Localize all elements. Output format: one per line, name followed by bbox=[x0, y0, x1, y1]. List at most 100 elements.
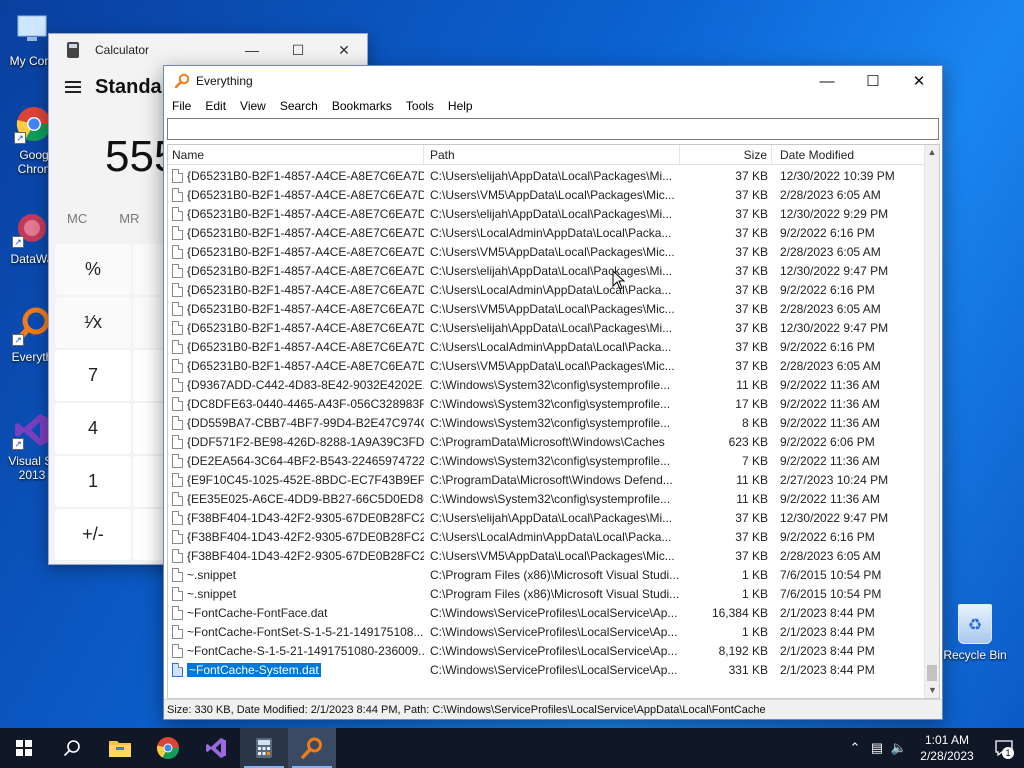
recycle-bin-icon bbox=[958, 604, 992, 644]
hamburger-menu-icon[interactable] bbox=[65, 81, 81, 93]
digit-4-key[interactable]: 4 bbox=[55, 403, 131, 454]
cell-date-modified: 9/2/2022 11:36 AM bbox=[780, 396, 880, 411]
search-input[interactable] bbox=[167, 118, 939, 140]
cell-date-modified: 2/1/2023 8:44 PM bbox=[780, 643, 875, 658]
table-row[interactable]: {D65231B0-B2F1-4857-A4CE-A8E7C6EA7D... C:… bbox=[168, 299, 926, 318]
table-row[interactable]: ~FontCache-FontFace.dat C:\Windows\Servic… bbox=[168, 603, 926, 622]
table-row[interactable]: {D65231B0-B2F1-4857-A4CE-A8E7C6EA7D... C:… bbox=[168, 280, 926, 299]
table-row[interactable]: {DC8DFE63-0440-4465-A43F-056C328983F... C… bbox=[168, 394, 926, 413]
table-row[interactable]: {F38BF404-1D43-42F2-9305-67DE0B28FC2... C… bbox=[168, 508, 926, 527]
file-name: {D65231B0-B2F1-4857-A4CE-A8E7C6EA7D... bbox=[187, 244, 424, 259]
menu-edit[interactable]: Edit bbox=[205, 99, 226, 113]
table-row[interactable]: {D65231B0-B2F1-4857-A4CE-A8E7C6EA7D... C:… bbox=[168, 242, 926, 261]
table-row[interactable]: {DD559BA7-CBB7-4BF7-99D4-B2E47C974C... C:… bbox=[168, 413, 926, 432]
file-icon bbox=[172, 643, 183, 658]
maximize-button[interactable]: ☐ bbox=[850, 66, 896, 96]
memory-clear-button[interactable]: MC bbox=[67, 211, 87, 226]
table-row[interactable]: {DE2EA564-3C64-4BF2-B543-22465974722... C… bbox=[168, 451, 926, 470]
taskbar-visual-studio[interactable] bbox=[192, 728, 240, 768]
taskbar-file-explorer[interactable] bbox=[96, 728, 144, 768]
taskbar-chrome[interactable] bbox=[144, 728, 192, 768]
scroll-down-arrow-icon[interactable]: ▼ bbox=[925, 683, 939, 698]
cell-name: {DDF571F2-BE98-426D-8288-1A9A39C3FD... bbox=[168, 434, 424, 449]
percent-key[interactable]: % bbox=[55, 244, 131, 295]
column-header-date-modified[interactable]: Date Modified bbox=[772, 145, 924, 165]
maximize-button[interactable]: ☐ bbox=[275, 42, 321, 59]
minimize-button[interactable]: — bbox=[229, 42, 275, 58]
digit-7-key[interactable]: 7 bbox=[55, 350, 131, 401]
table-row[interactable]: {DDF571F2-BE98-426D-8288-1A9A39C3FD... C:… bbox=[168, 432, 926, 451]
taskbar-calculator[interactable] bbox=[240, 728, 288, 768]
file-name: ~.snippet bbox=[187, 586, 237, 601]
scrollbar-thumb[interactable] bbox=[927, 665, 937, 681]
cell-size: 37 KB bbox=[735, 510, 768, 525]
table-row[interactable]: {F38BF404-1D43-42F2-9305-67DE0B28FC2... C… bbox=[168, 546, 926, 565]
menu-bookmarks[interactable]: Bookmarks bbox=[332, 99, 392, 113]
negate-key[interactable]: +/- bbox=[55, 509, 131, 560]
table-row[interactable]: ~.snippet C:\Program Files (x86)\Microsof… bbox=[168, 565, 926, 584]
chevron-up-icon[interactable]: ⌃ bbox=[844, 740, 866, 756]
cell-date-modified: 12/30/2022 9:29 PM bbox=[780, 206, 889, 221]
network-icon[interactable]: ▤ bbox=[866, 740, 888, 756]
column-header-size[interactable]: Size bbox=[680, 145, 772, 165]
visual-studio-icon bbox=[206, 738, 226, 758]
file-icon bbox=[172, 491, 183, 506]
table-row[interactable]: {F38BF404-1D43-42F2-9305-67DE0B28FC2... C… bbox=[168, 527, 926, 546]
close-button[interactable]: ✕ bbox=[896, 66, 942, 96]
table-row[interactable]: ~FontCache-FontSet-S-1-5-21-149175108...… bbox=[168, 622, 926, 641]
volume-icon[interactable]: 🔈 bbox=[888, 740, 910, 756]
table-row[interactable]: {D65231B0-B2F1-4857-A4CE-A8E7C6EA7D... C:… bbox=[168, 261, 926, 280]
column-header-name[interactable]: Name bbox=[168, 145, 424, 165]
menu-bar: File Edit View Search Bookmarks Tools He… bbox=[164, 96, 942, 116]
computer-icon bbox=[12, 10, 52, 50]
cell-date-modified: 2/28/2023 6:05 AM bbox=[780, 358, 881, 373]
vertical-scrollbar[interactable]: ▲ ▼ bbox=[924, 145, 939, 698]
cell-size: 7 KB bbox=[741, 453, 768, 468]
calculator-titlebar[interactable]: Calculator — ☐ ✕ bbox=[49, 34, 367, 66]
everything-window[interactable]: Everything — ☐ ✕ File Edit View Search B… bbox=[163, 65, 943, 720]
table-row[interactable]: {D65231B0-B2F1-4857-A4CE-A8E7C6EA7D... C:… bbox=[168, 318, 926, 337]
table-row[interactable]: {D65231B0-B2F1-4857-A4CE-A8E7C6EA7D... C:… bbox=[168, 185, 926, 204]
table-row[interactable]: {D65231B0-B2F1-4857-A4CE-A8E7C6EA7D... C:… bbox=[168, 337, 926, 356]
menu-file[interactable]: File bbox=[172, 99, 191, 113]
menu-tools[interactable]: Tools bbox=[406, 99, 434, 113]
scroll-up-arrow-icon[interactable]: ▲ bbox=[925, 145, 939, 160]
desktop-icon-recycle-bin[interactable]: Recycle Bin bbox=[942, 604, 1008, 662]
close-button[interactable]: ✕ bbox=[321, 42, 367, 59]
table-row[interactable]: ~FontCache-System.dat C:\Windows\ServiceP… bbox=[168, 660, 926, 679]
clock[interactable]: 1:01 AM 2/28/2023 bbox=[910, 732, 984, 764]
table-row[interactable]: {D65231B0-B2F1-4857-A4CE-A8E7C6EA7D... C:… bbox=[168, 356, 926, 375]
memory-recall-button[interactable]: MR bbox=[119, 211, 139, 226]
column-header-path[interactable]: Path bbox=[424, 145, 680, 165]
everything-app-icon bbox=[174, 73, 190, 89]
results-list[interactable]: Name Path Size Date Modified {D65231B0-B… bbox=[167, 144, 940, 699]
table-row[interactable]: {D65231B0-B2F1-4857-A4CE-A8E7C6EA7D... C:… bbox=[168, 204, 926, 223]
table-row[interactable]: ~.snippet C:\Program Files (x86)\Microsof… bbox=[168, 584, 926, 603]
menu-view[interactable]: View bbox=[240, 99, 266, 113]
cell-name: ~.snippet bbox=[168, 586, 424, 601]
table-row[interactable]: {D9367ADD-C442-4D83-8E42-9032E4202E... C:… bbox=[168, 375, 926, 394]
table-row[interactable]: {D65231B0-B2F1-4857-A4CE-A8E7C6EA7D... C:… bbox=[168, 223, 926, 242]
digit-1-key[interactable]: 1 bbox=[55, 456, 131, 507]
start-button[interactable] bbox=[0, 728, 48, 768]
file-icon bbox=[172, 282, 183, 297]
table-row[interactable]: {EE35E025-A6CE-4DD9-BB27-66C5D0ED86... C:… bbox=[168, 489, 926, 508]
cell-path: C:\Windows\ServiceProfiles\LocalService\… bbox=[430, 643, 678, 658]
file-icon bbox=[172, 358, 183, 373]
menu-help[interactable]: Help bbox=[448, 99, 473, 113]
cell-date-modified: 9/2/2022 11:36 AM bbox=[780, 491, 880, 506]
table-row[interactable]: ~FontCache-S-1-5-21-1491751080-236009...… bbox=[168, 641, 926, 660]
menu-search[interactable]: Search bbox=[280, 99, 318, 113]
minimize-button[interactable]: — bbox=[804, 66, 850, 96]
notification-center-button[interactable]: 1 bbox=[984, 728, 1024, 768]
everything-titlebar[interactable]: Everything — ☐ ✕ bbox=[164, 66, 942, 96]
taskbar-search-button[interactable] bbox=[48, 728, 96, 768]
table-row[interactable]: {D65231B0-B2F1-4857-A4CE-A8E7C6EA7D... C:… bbox=[168, 166, 926, 185]
cell-size: 37 KB bbox=[735, 320, 768, 335]
reciprocal-key[interactable]: ¹⁄x bbox=[55, 297, 131, 348]
file-icon bbox=[172, 187, 183, 202]
cell-path: C:\Program Files (x86)\Microsoft Visual … bbox=[430, 567, 680, 582]
taskbar-everything[interactable] bbox=[288, 728, 336, 768]
table-row[interactable]: {E9F10C45-1025-452E-8BDC-EC7F43B9EF30} C:… bbox=[168, 470, 926, 489]
cell-name: {F38BF404-1D43-42F2-9305-67DE0B28FC2... bbox=[168, 510, 424, 525]
